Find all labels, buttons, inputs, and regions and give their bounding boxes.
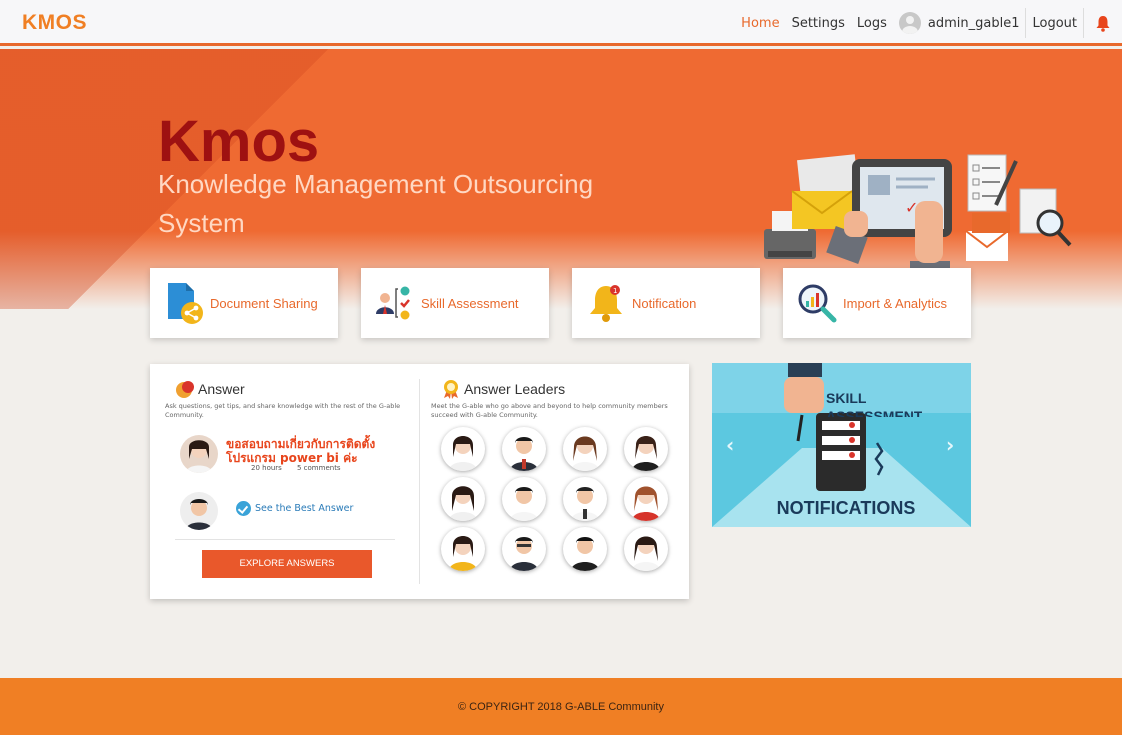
best-answer-author-avatar[interactable] [180,492,218,530]
nav-home-link[interactable]: Home [735,16,785,31]
document-share-icon [168,283,203,324]
brand-logo[interactable]: KMOS [22,11,87,35]
leader-avatar[interactable] [563,427,607,471]
question-comments-count[interactable]: 5 comments [297,464,341,472]
user-avatar-icon [898,12,921,34]
hero-subtitle: Knowledge Management Outsourcing System [158,169,594,238]
ribbon-award-icon [444,380,458,399]
hero-illustration: ✓ @ [764,154,1072,285]
leader-avatar[interactable] [502,527,546,571]
username-label: admin_gable1 [927,15,1020,31]
nav-settings-link[interactable]: Settings [786,16,851,31]
logout-link[interactable]: Logout [1026,8,1084,38]
top-navbar: KMOS Home Settings Logs admin_gable1 Log… [0,0,1122,46]
community-panel: Answer Ask questions, get tips, and shar… [150,364,689,599]
skill-assessment-icon [376,286,410,320]
carousel-skill-word: SKILL [826,390,867,406]
see-best-answer-label: See the Best Answer [255,503,354,514]
carousel-assessment-word: ASSESSMENT [826,409,923,417]
nav-menu: Home Settings Logs admin_gable1 Logout [735,0,1122,46]
leader-avatar[interactable] [441,527,485,571]
bell-icon [1096,15,1110,32]
feature-card-import-analytics[interactable]: Import & Analytics [783,268,971,338]
answer-section-title: Answer [198,381,245,397]
leader-avatar[interactable] [441,477,485,521]
feature-label-import-analytics: Import & Analytics [843,295,948,311]
feature-label-notification: Notification [632,295,697,311]
carousel-skill-heading: SKILL ASSESSMENT [826,391,922,419]
feature-label-document-sharing: Document Sharing [210,295,318,311]
analytics-magnifier-icon [798,284,837,323]
user-menu[interactable]: admin_gable1 [893,8,1027,38]
feature-card-skill-assessment[interactable]: Skill Assessment [361,268,549,338]
leader-avatar[interactable] [624,527,668,571]
leaders-section-title: Answer Leaders [464,381,566,397]
leader-avatar[interactable] [563,477,607,521]
carousel-prev-button[interactable]: ‹ [726,433,734,457]
leader-avatar[interactable] [624,427,668,471]
leader-avatar[interactable] [441,427,485,471]
notification-bell-button[interactable] [1084,0,1122,46]
leader-avatar[interactable] [563,527,607,571]
nav-logs-link[interactable]: Logs [851,16,893,31]
column-divider [419,379,420,584]
question-author-avatar[interactable] [180,435,218,473]
promo-carousel[interactable]: SKILL ASSESSMENT NOTIFICATIONS ‹ › [712,363,971,527]
bell-notification-icon: 1 [590,285,622,322]
feature-card-notification[interactable]: 1 Notification [572,268,760,338]
carousel-notifications-heading: NOTIFICATIONS [776,498,916,518]
answer-section-description: Ask questions, get tips, and share knowl… [165,402,401,419]
see-best-answer-link[interactable]: See the Best Answer [236,501,353,516]
explore-answers-button[interactable]: EXPLORE ANSWERS [202,550,372,578]
leader-avatar[interactable] [502,477,546,521]
check-circle-icon [236,501,251,516]
leader-avatar[interactable] [502,427,546,471]
answer-bubble-icon [176,381,194,398]
svg-text:1: 1 [613,287,617,295]
feature-card-document-sharing[interactable]: Document Sharing [150,268,338,338]
answer-divider [175,539,395,540]
feature-label-skill-assessment: Skill Assessment [421,295,519,311]
question-link[interactable]: ขอสอบถามเกี่ยวกับการติดตั้งโปรแกรม power… [226,437,386,465]
question-time: 20 hours [251,464,282,472]
leader-avatar[interactable] [624,477,668,521]
leaders-section-description: Meet the G-able who go above and beyond … [431,402,668,419]
copyright-text: © COPYRIGHT 2018 G-ABLE Community [458,700,664,713]
page-footer: © COPYRIGHT 2018 G-ABLE Community [0,678,1122,735]
carousel-next-button[interactable]: › [946,433,954,457]
